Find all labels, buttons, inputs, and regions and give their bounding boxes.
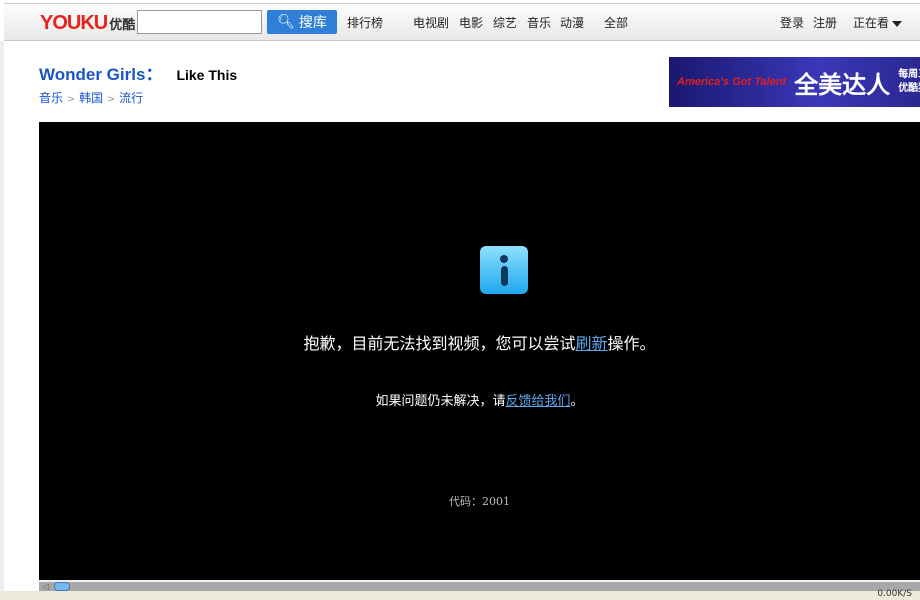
page-title: Wonder Girls： Like This: [39, 60, 237, 85]
ad-line1: 每周三 同: [898, 69, 920, 80]
msg1-text: 抱歉，目前无法找到视频，您可以尝试: [303, 334, 576, 353]
caret-down-icon: [892, 20, 903, 27]
search-button-label: 搜库: [298, 15, 327, 31]
ad-line2: 优酷独家同: [898, 83, 920, 94]
window-border: [0, 41, 4, 591]
breadcrumb-korea[interactable]: 韩国: [79, 91, 103, 105]
feedback-link[interactable]: 反馈给我们: [505, 394, 570, 409]
login-link[interactable]: 登录: [780, 14, 804, 31]
nav-music[interactable]: 音乐: [527, 14, 551, 31]
youku-logo[interactable]: YOUKU 优酷: [40, 12, 135, 35]
msg2-text: 如果问题仍未解决，请: [375, 394, 506, 409]
browser-status-bar: 0.00K/S: [0, 589, 920, 600]
nav-variety[interactable]: 综艺: [493, 14, 517, 31]
ad-brand-logo: America's Got Talent: [677, 76, 787, 88]
logo-cn: 优酷: [109, 17, 136, 32]
ad-subtext: 每周三 同优酷独家同: [898, 68, 920, 96]
breadcrumb-sep: >: [106, 94, 116, 105]
watching-label: 正在看: [853, 16, 890, 30]
nav-all[interactable]: 全部: [604, 14, 628, 31]
msg2-end: 。: [570, 394, 584, 409]
network-speed: 0.00K/S: [877, 589, 912, 599]
nav-rankings[interactable]: 排行榜: [347, 14, 383, 31]
feedback-message: 如果问题仍未解决，请反馈给我们。: [39, 390, 920, 409]
title-colon: ：: [145, 65, 163, 84]
breadcrumb: 音乐 > 韩国 > 流行: [39, 89, 143, 106]
nav-anime[interactable]: 动漫: [560, 14, 584, 31]
error-message: 抱歉，目前无法找到视频，您可以尝试刷新操作。: [39, 330, 920, 354]
search-input[interactable]: [137, 10, 262, 34]
player-progress-bar[interactable]: ◁: [39, 580, 920, 591]
nav-tv[interactable]: 电视剧: [413, 14, 449, 31]
logo-text: YOUKU: [40, 12, 108, 34]
progress-handle[interactable]: [54, 582, 70, 591]
volume-icon[interactable]: ◁: [43, 582, 49, 591]
info-icon: [480, 246, 528, 294]
video-player[interactable]: 抱歉，目前无法找到视频，您可以尝试刷新操作。 如果问题仍未解决，请反馈给我们。 …: [39, 122, 920, 580]
register-link[interactable]: 注册: [813, 14, 837, 31]
top-navbar: YOUKU 优酷 🔍︎ 搜库 排行榜 电视剧 电影 综艺 音乐 动漫 全部 登录 注…: [4, 3, 920, 41]
ad-banner[interactable]: America's Got Talent 全美达人 每周三 同优酷独家同: [669, 57, 920, 107]
watching-dropdown[interactable]: 正在看: [853, 14, 903, 31]
refresh-link[interactable]: 刷新: [575, 334, 607, 353]
search-button[interactable]: 🔍︎ 搜库: [267, 10, 337, 34]
error-code: 代码：2001: [449, 495, 510, 508]
nav-movies[interactable]: 电影: [459, 14, 483, 31]
msg1-end: 操作。: [607, 334, 656, 353]
search-icon: 🔍︎: [277, 14, 295, 30]
ad-title: 全美达人: [794, 70, 891, 99]
breadcrumb-pop[interactable]: 流行: [119, 91, 143, 105]
breadcrumb-sep: >: [66, 94, 76, 105]
artist-link[interactable]: Wonder Girls: [39, 65, 145, 84]
breadcrumb-music[interactable]: 音乐: [39, 91, 63, 105]
video-title: Like This: [176, 67, 238, 83]
